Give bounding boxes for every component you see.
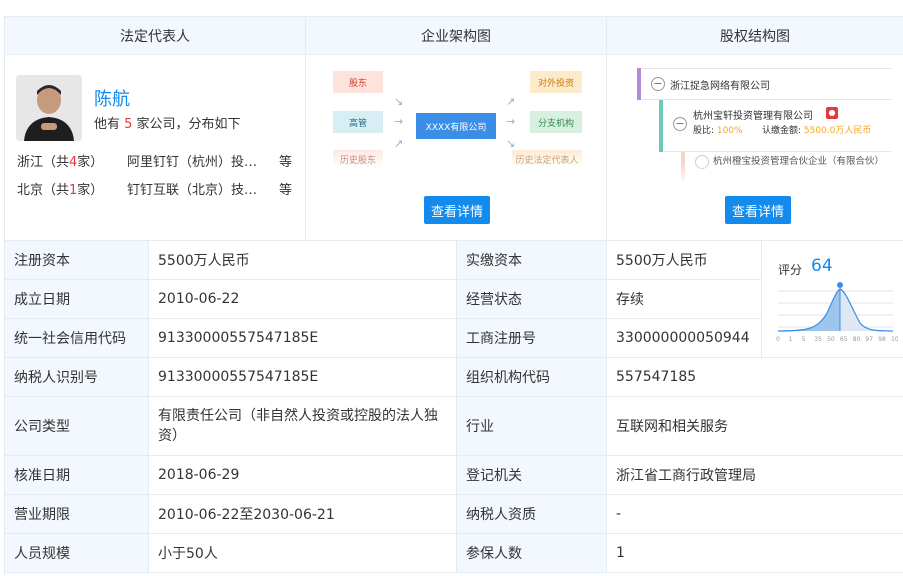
amount-value: 5500.0万人民币 — [803, 126, 872, 136]
region-row-zhejiang: 浙江（共4家） 阿里钉钉（杭州）投… 等 — [17, 151, 292, 170]
field-label: 人员规模 — [5, 534, 149, 573]
score-marker-icon — [837, 282, 843, 288]
score-tick-label: 98 — [878, 336, 886, 343]
score-tick-label: 0 — [776, 336, 780, 343]
field-label: 实缴资本 — [457, 241, 607, 280]
field-value: 91330000557547185E — [149, 358, 457, 397]
org-center-company-box: XXXX有限公司 — [416, 113, 496, 139]
legal-rep-header: 法定代表人 — [5, 17, 306, 55]
region-label: 北京（共 — [17, 183, 70, 198]
field-label: 纳税人资质 — [457, 495, 607, 534]
field-value: 91330000557547185E — [149, 319, 457, 358]
amount-label: 认缴金额: — [762, 126, 802, 136]
equity-amount: 认缴金额: 5500.0万人民币 — [762, 123, 871, 136]
field-label: 经营状态 — [457, 280, 607, 319]
field-label: 营业期限 — [5, 495, 149, 534]
field-value: 1 — [607, 534, 903, 573]
score-label: 评分 — [778, 263, 803, 277]
equity-panel: − 浙江捉急网络有限公司 − 杭州宝轩投资管理有限公司 ● 股比: 100% 认… — [607, 55, 903, 241]
collapse-icon[interactable]: − — [651, 77, 665, 91]
score-tick-label: 50 — [827, 336, 835, 343]
arrow-icon: ↘ — [394, 95, 404, 108]
equity-header: 股权结构图 — [607, 17, 903, 55]
score-distribution-chart: 0 1 5 35 50 65 80 97 98 100 — [776, 282, 898, 343]
field-value: 2010-06-22 — [149, 280, 457, 319]
org-history-shareholder-box: 历史股东 — [333, 150, 383, 168]
score-tick-label: 80 — [853, 336, 861, 343]
arrow-icon: → — [506, 115, 516, 128]
field-label: 公司类型 — [5, 397, 149, 456]
org-view-detail-button[interactable]: 查看详情 — [424, 196, 490, 224]
score-tick-label: 5 — [802, 336, 806, 343]
score-tick-label: 1 — [789, 336, 793, 343]
summary-suffix: 家公司，分布如下 — [132, 117, 241, 132]
field-value: 2018-06-29 — [149, 456, 457, 495]
org-invest-box: 对外投资 — [530, 71, 582, 93]
field-label: 注册资本 — [5, 241, 149, 280]
field-value: 5500万人民币 — [607, 241, 762, 280]
region-label-suffix: 家） — [77, 155, 104, 170]
org-shareholder-box: 股东 — [333, 71, 383, 93]
region-row-beijing: 北京（共1家） 钉钉互联（北京）技… 等 — [17, 179, 292, 198]
ratio-value: 100% — [716, 126, 743, 136]
person-name[interactable]: 陈航 — [94, 85, 130, 111]
field-label: 纳税人识别号 — [5, 358, 149, 397]
fade-overlay — [607, 163, 903, 193]
field-value: 2010-06-22至2030-06-21 — [149, 495, 457, 534]
region-more: 等 — [279, 183, 293, 198]
legal-rep-panel: 陈航 他有 5 家公司，分布如下 浙江（共4家） 阿里钉钉（杭州）投… 等 北京… — [5, 55, 306, 241]
field-value: 有限责任公司（非自然人投资或控股的法人独资） — [149, 397, 457, 456]
field-value: 557547185 — [607, 358, 903, 397]
field-value: - — [607, 495, 903, 534]
equity-child-name[interactable]: 杭州宝轩投资管理有限公司 — [693, 107, 813, 122]
field-value: 330000000050944 — [607, 319, 762, 358]
field-label: 行业 — [457, 397, 607, 456]
collapse-icon[interactable]: − — [673, 117, 687, 131]
arrow-icon: ↘ — [506, 137, 516, 150]
org-chart-header: 企业架构图 — [306, 17, 607, 55]
equity-ratio: 股比: 100% — [693, 123, 743, 136]
field-label: 组织机构代码 — [457, 358, 607, 397]
field-value: 5500万人民币 — [149, 241, 457, 280]
field-label: 登记机关 — [457, 456, 607, 495]
region-company-link[interactable]: 阿里钉钉（杭州）投… — [127, 151, 257, 170]
field-value: 小于50人 — [149, 534, 457, 573]
avatar[interactable] — [16, 75, 82, 141]
field-label: 成立日期 — [5, 280, 149, 319]
org-manager-box: 高管 — [333, 111, 383, 133]
ratio-label: 股比: — [693, 126, 715, 136]
score-widget[interactable]: 评分 64 0 1 5 35 50 65 80 97 98 100 — [762, 241, 903, 358]
company-info-panel: 法定代表人 企业架构图 股权结构图 陈航 他有 5 家公司，分布如下 浙江（共4… — [4, 16, 903, 576]
arrow-icon: ↗ — [394, 137, 404, 150]
region-label-suffix: 家） — [77, 183, 104, 198]
field-label: 核准日期 — [5, 456, 149, 495]
field-label: 统一社会信用代码 — [5, 319, 149, 358]
score-tick-label: 35 — [814, 336, 822, 343]
field-label: 工商注册号 — [457, 319, 607, 358]
score-tick-label: 100 — [891, 336, 898, 343]
field-value: 存续 — [607, 280, 762, 319]
org-chart-panel: 股东 高管 历史股东 ↘ → ↗ XXXX有限公司 ↗ → ↘ 对外投资 分支机… — [306, 55, 607, 241]
region-company-link[interactable]: 钉钉互联（北京）技… — [127, 179, 257, 198]
person-company-summary: 他有 5 家公司，分布如下 — [94, 113, 241, 132]
flag-icon: ● — [826, 107, 838, 119]
field-value: 互联网和相关服务 — [607, 397, 903, 456]
equity-view-detail-button[interactable]: 查看详情 — [725, 196, 791, 224]
summary-prefix: 他有 — [94, 117, 125, 132]
region-more: 等 — [279, 155, 293, 170]
org-history-rep-box: 历史法定代表人 — [512, 150, 582, 168]
score-value: 64 — [811, 256, 833, 276]
field-value: 浙江省工商行政管理局 — [607, 456, 903, 495]
region-label: 浙江（共 — [17, 155, 70, 170]
field-label: 参保人数 — [457, 534, 607, 573]
score-tick-label: 65 — [840, 336, 848, 343]
arrow-icon: → — [394, 115, 404, 128]
score-tick-label: 97 — [865, 336, 873, 343]
org-branch-box: 分支机构 — [530, 111, 582, 133]
arrow-icon: ↗ — [506, 95, 516, 108]
equity-root-name[interactable]: 浙江捉急网络有限公司 — [670, 77, 770, 92]
